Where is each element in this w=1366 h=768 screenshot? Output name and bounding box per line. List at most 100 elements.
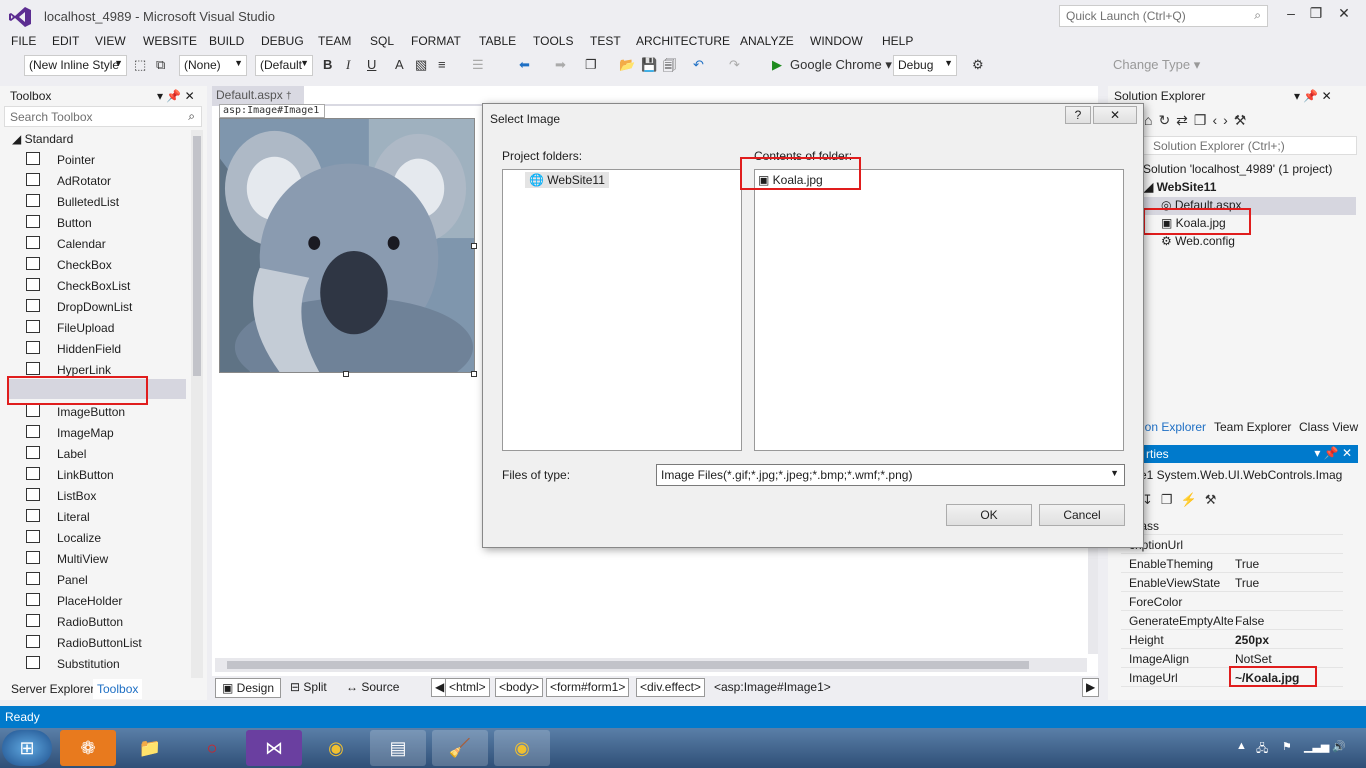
sticky-notes-icon[interactable]: ▤ [370,730,426,766]
minimize-button[interactable]: – [1280,5,1302,23]
network-icon[interactable]: 🖧 [1256,740,1268,759]
menu-window[interactable]: WINDOW [810,34,863,48]
toolbox-item-checkbox[interactable]: CheckBox [26,255,186,275]
property-row[interactable]: criptionUrl [1121,535,1343,554]
menu-build[interactable]: BUILD [209,34,244,48]
target-dropdown[interactable]: (None) ▼ [179,55,247,76]
toolbox-item-checkboxlist[interactable]: CheckBoxList [26,276,186,296]
navigate-forward-icon[interactable]: ➡ [555,57,566,73]
style-dropdown[interactable]: (New Inline Style ▼ [24,55,127,76]
breadcrumb-div[interactable]: <div.effect> [636,678,705,697]
bold-icon[interactable]: B [323,57,332,72]
close-button[interactable]: ✕ [1333,5,1355,23]
toolbox-item-listbox[interactable]: ListBox [26,486,186,506]
source-view-button[interactable]: ↔ Source [346,680,399,694]
toolbox-item-pointer[interactable]: Pointer [26,150,186,170]
solution-platforms-icon[interactable]: ⚙ [972,57,984,73]
property-row[interactable]: EnableTheming True [1121,554,1343,573]
breadcrumb-next[interactable]: ▶ [1082,678,1100,697]
scrollbar-thumb[interactable] [193,136,201,376]
menu-table[interactable]: TABLE [479,34,516,48]
property-value[interactable]: NotSet [1235,652,1272,666]
project-folders-list[interactable]: 🌐 WebSite11 [502,169,742,451]
toolbox-item-linkbutton[interactable]: LinkButton [26,465,186,485]
property-row[interactable]: EnableViewState True [1121,573,1343,592]
toolbox-item-radiobuttonlist[interactable]: RadioButtonList [26,633,186,653]
toolbox-item-localize[interactable]: Localize [26,528,186,548]
file-explorer-icon[interactable]: 📁 [122,730,178,766]
panel-pin-icon[interactable]: ▾ 📌 ✕ [1294,89,1332,103]
property-value[interactable]: 250px [1235,633,1269,647]
menu-edit[interactable]: EDIT [52,34,79,48]
toolbox-item-placeholder[interactable]: PlaceHolder [26,591,186,611]
panel-pin-icon[interactable]: ▾ 📌 ✕ [157,89,195,103]
tab-default-aspx[interactable]: Default.aspx † [212,86,304,105]
property-row[interactable]: ImageUrl ~/Koala.jpg [1121,668,1343,687]
menu-architecture[interactable]: ARCHITECTURE [636,34,730,48]
property-value[interactable]: True [1235,576,1259,590]
property-value[interactable]: False [1235,614,1264,628]
align-icon[interactable]: ≡ [438,57,446,72]
redo-icon[interactable]: ↷ [729,57,740,73]
tab-solution-explorer[interactable]: ion Explorer [1142,420,1206,434]
toolbox-item-button[interactable]: Button [26,213,186,233]
toolbox-search-input[interactable]: Search Toolbox ⌕ [4,106,202,127]
opera-icon[interactable]: ○ [184,730,240,766]
koala-image[interactable] [219,118,475,373]
file-default-aspx[interactable]: ◎ Default.aspx [1161,198,1242,212]
property-row[interactable]: Class [1121,516,1343,535]
bullets-icon[interactable]: ☰ [472,57,484,73]
menu-website[interactable]: WEBSITE [143,34,197,48]
property-row[interactable]: ForeColor [1121,592,1343,611]
file-web-config[interactable]: ⚙ Web.config [1161,234,1235,248]
menu-test[interactable]: TEST [590,34,621,48]
toolbox-item-literal[interactable]: Literal [26,507,186,527]
toolbox-item-label[interactable]: Label [26,444,186,464]
quick-launch-input[interactable]: Quick Launch (Ctrl+Q) ⌕ [1059,5,1268,27]
underline-icon[interactable]: U [367,57,376,72]
tab-team-explorer[interactable]: Team Explorer [1214,420,1291,434]
solution-explorer-search[interactable]: Solution Explorer (Ctrl+;) [1143,136,1357,155]
split-view-button[interactable]: ⊟ Split [290,680,327,694]
property-value[interactable]: True [1235,557,1259,571]
toolbox-group-standard[interactable]: ◢ Standard [12,132,73,146]
toolbox-item-hiddenfield[interactable]: HiddenField [26,339,186,359]
ok-button[interactable]: OK [946,504,1032,526]
properties-object-selector[interactable]: e1 System.Web.UI.WebControls.Imag [1140,466,1358,486]
menu-sql[interactable]: SQL [370,34,394,48]
menu-tools[interactable]: TOOLS [533,34,573,48]
solution-node[interactable]: Solution 'localhost_4989' (1 project) [1143,162,1332,176]
toolbox-item-adrotator[interactable]: AdRotator [26,171,186,191]
volume-icon[interactable]: 🔊 [1332,740,1346,753]
breadcrumb-form[interactable]: <form#form1> [546,678,630,697]
property-row[interactable]: ImageAlign NotSet [1121,649,1343,668]
italic-icon[interactable]: I [346,57,350,73]
start-debugging-icon[interactable]: ▶ [772,57,782,73]
menu-analyze[interactable]: ANALYZE [740,34,794,48]
uc-browser-icon[interactable]: ❁ [60,730,116,766]
chrome-window-icon[interactable]: ◉ [494,730,550,766]
design-view-button[interactable]: ▣ Design [215,678,282,698]
menu-view[interactable]: VIEW [95,34,126,48]
font-color-icon[interactable]: A [395,57,404,72]
restore-button[interactable]: ❐ [1305,5,1327,23]
files-of-type-select[interactable]: Image Files(*.gif;*.jpg;*.jpeg;*.bmp;*.w… [656,464,1125,486]
open-file-icon[interactable]: 📂 [619,57,635,73]
signal-icon[interactable]: ▁▃▅ [1304,740,1329,753]
project-node[interactable]: ◢ WebSite11 [1144,180,1216,194]
toolbox-item-fileupload[interactable]: FileUpload [26,318,186,338]
save-icon[interactable]: 💾 [641,57,657,73]
toolbox-item-hyperlink[interactable]: HyperLink [26,360,186,380]
chrome-icon[interactable]: ◉ [308,730,364,766]
pin-icon[interactable]: † [286,91,292,102]
show-hidden-icons[interactable]: ▲ [1236,740,1247,752]
apply-style-icon[interactable]: ⧉ [156,57,165,73]
toolbox-item-dropdownlist[interactable]: DropDownList [26,297,186,317]
cancel-button[interactable]: Cancel [1039,504,1125,526]
highlight-icon[interactable]: ▧ [415,57,427,73]
tab-server-explorer[interactable]: Server Explorer [11,682,94,696]
properties-toolbar[interactable]: ↧❐⚡⚒ [1142,492,1224,508]
toolbox-item-multiview[interactable]: MultiView [26,549,186,569]
scrollbar-thumb[interactable] [227,661,1029,669]
property-row[interactable]: GenerateEmptyAlte False [1121,611,1343,630]
